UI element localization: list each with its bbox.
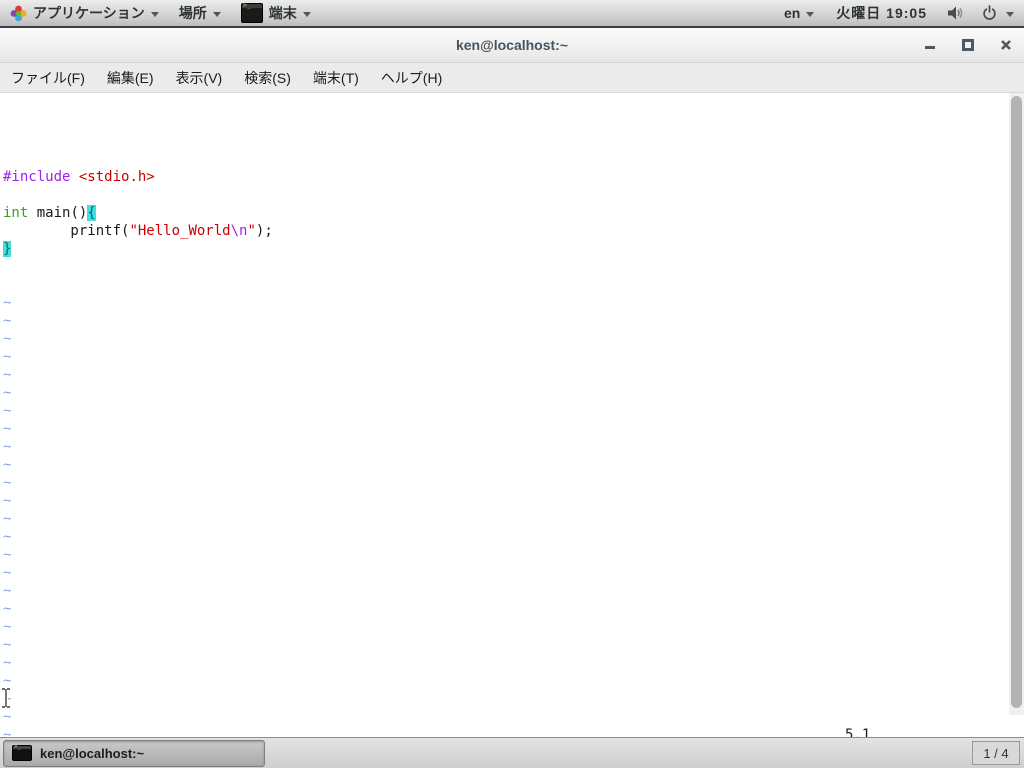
scrollbar[interactable] [1009,93,1024,715]
empty-line-tilde: ~ [3,349,12,365]
close-button[interactable] [1000,39,1012,51]
empty-line-tilde: ~ [3,331,12,347]
empty-line-tilde: ~ [3,637,12,653]
empty-line-tilde: ~ [3,547,12,563]
empty-line-tilde: ~ [3,457,12,473]
cursor-position: 5,1 [845,727,871,737]
taskbar-window-button[interactable]: ken@localhost:~ [3,739,265,767]
volume-icon[interactable] [947,5,965,21]
workspace-label: 1 / 4 [983,745,1009,761]
menu-search[interactable]: 検索(S) [233,63,302,93]
empty-line-tilde: ~ [3,601,12,617]
terminal-icon [240,1,263,23]
empty-line-tilde: ~ [3,565,12,581]
window-title: ken@localhost:~ [455,37,569,53]
empty-line-tilde: ~ [3,691,12,707]
language-label: en [783,5,801,21]
power-icon[interactable] [981,4,998,22]
empty-line-tilde: ~ [3,475,12,491]
taskbar-window-label: ken@localhost:~ [40,745,145,761]
empty-line-tilde: ~ [3,313,12,329]
terminal-menubar: ファイル(F) 編集(E) 表示(V) 検索(S) 端末(T) ヘルプ(H) [0,63,1024,93]
empty-line-tilde: ~ [3,367,12,383]
chevron-down-icon [212,11,221,17]
places-label: 場所 [178,5,207,21]
empty-line-tilde: ~ [3,295,12,311]
menu-file[interactable]: ファイル(F) [0,63,96,93]
chevron-down-icon [806,11,815,17]
tilde-column: ~~~~~~~~~~~~~~~~~~~~~~~~~~~~~ [3,294,1024,737]
empty-line-tilde: ~ [3,529,12,545]
menu-view[interactable]: 表示(V) [165,63,234,93]
active-app-label: 端末 [268,5,297,21]
applications-label: アプリケーション [33,5,145,21]
empty-line-tilde: ~ [3,385,12,401]
chevron-down-icon [150,11,159,17]
clock-label: 火曜日 19:05 [836,5,927,21]
scrollbar-thumb[interactable] [1011,96,1022,708]
top-panel: アプリケーション 場所 端末 en 火曜日 19:05 [0,0,1024,28]
bottom-taskbar: ken@localhost:~ 1 / 4 [0,737,1024,768]
keyboard-layout-indicator[interactable]: en [774,0,824,26]
minimize-button[interactable] [924,39,936,51]
empty-line-tilde: ~ [3,511,12,527]
empty-line-tilde: ~ [3,727,12,737]
code-line: } [3,241,12,257]
workspace-switcher[interactable]: 1 / 4 [972,741,1020,765]
window-titlebar[interactable]: ken@localhost:~ [0,28,1024,63]
empty-line-tilde: ~ [3,619,12,635]
empty-line-tilde: ~ [3,583,12,599]
text-cursor-pointer [2,687,10,709]
vim-ruler: 5,1 全て [0,708,1024,737]
close-icon [1001,40,1011,50]
menu-edit[interactable]: 編集(E) [96,63,165,93]
active-app-menu[interactable]: 端末 [231,0,321,26]
desktop: アプリケーション 場所 端末 en 火曜日 19:05 [0,0,1024,768]
empty-line-tilde: ~ [3,403,12,419]
applications-icon [10,5,27,21]
chevron-down-icon [302,11,311,17]
terminal-viewport[interactable]: #include <stdio.h> int main(){ printf("H… [0,93,1024,737]
chevron-down-icon[interactable] [1006,11,1014,17]
clock[interactable]: 火曜日 19:05 [824,0,939,26]
code-line: #include <stdio.h> [3,169,155,185]
menu-terminal[interactable]: 端末(T) [302,63,370,93]
applications-menu[interactable]: アプリケーション [0,0,169,26]
empty-line-tilde: ~ [3,673,12,689]
places-menu[interactable]: 場所 [169,0,231,26]
terminal-icon [12,743,32,761]
empty-line-tilde: ~ [3,421,12,437]
menu-help[interactable]: ヘルプ(H) [370,63,453,93]
code-lines: #include <stdio.h> int main(){ printf("H… [3,168,1024,258]
maximize-button[interactable] [962,39,974,51]
code-line: int main(){ [3,205,96,221]
empty-line-tilde: ~ [3,493,12,509]
empty-line-tilde: ~ [3,439,12,455]
code-line: printf("Hello_World\n"); [3,223,273,239]
empty-line-tilde: ~ [3,655,12,671]
